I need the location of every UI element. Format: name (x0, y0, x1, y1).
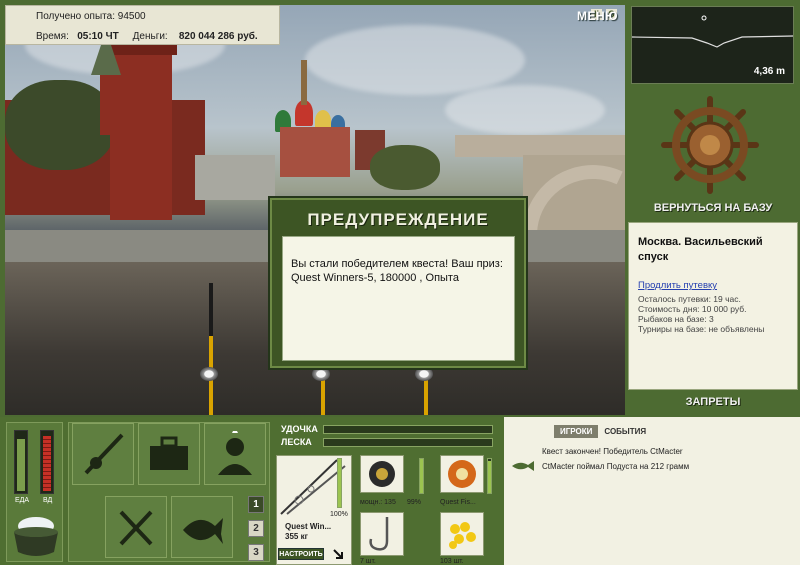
line-spool-icon (448, 460, 476, 488)
event-line: Квест закончен! Победитель CtMacter (542, 447, 683, 456)
slot-3-button[interactable]: 3 (248, 544, 264, 561)
depth-sonar: 4,36 m (631, 6, 794, 84)
fish-event-icon (512, 461, 534, 471)
rod-strength-label: УДОЧКА (281, 424, 318, 434)
dialog-title: ПРЕДУПРЕЖДЕНИЕ (307, 210, 489, 229)
setup-button[interactable]: НАСТРОИТЬ (278, 548, 324, 560)
rod-icon (84, 433, 124, 475)
reel-3 (415, 367, 433, 381)
exp-label: Получено опыта: (36, 11, 115, 22)
eat-button[interactable] (105, 496, 167, 558)
tournaments-info: Турниры на базе: не объявлены (638, 324, 765, 334)
money-label: Деньги: (132, 31, 168, 42)
reel-slot[interactable] (360, 455, 404, 493)
rod-condition-bar (337, 458, 342, 508)
line-slot[interactable] (440, 455, 484, 493)
line-name: Quest Fis... (440, 499, 476, 506)
drink-label: ВД (43, 497, 53, 504)
hook-icon (369, 517, 389, 551)
fishers-count: Рыбаков на базе: 3 (638, 314, 714, 324)
rod-name: Quest Win... (285, 522, 332, 531)
tab-events[interactable]: СОБЫТИЯ (598, 425, 652, 438)
experience-line: Получено опыта: 94500 (36, 11, 146, 22)
location-panel: Москва. Васильевский спуск Продлить путе… (628, 222, 798, 390)
exp-value: 94500 (117, 11, 146, 22)
bait-count: 103 шт. (440, 558, 464, 565)
rod-strength-bar (323, 425, 493, 434)
reel-icon (369, 461, 395, 487)
corn-bait-icon (449, 522, 476, 549)
events-tabs: ИГРОКИ СОБЫТИЯ (554, 425, 652, 438)
line-condition-bar (487, 458, 492, 494)
food-meter (14, 430, 28, 494)
extend-trip-link[interactable]: Продлить путевку (638, 280, 717, 291)
tackle-button[interactable] (72, 423, 134, 485)
reel-condition: 99% (407, 499, 422, 506)
tackle-box-button[interactable] (138, 423, 200, 485)
cutlery-icon (119, 510, 153, 546)
tackle-box-icon (150, 436, 188, 470)
time-label: Время: (36, 31, 69, 42)
trip-left: Осталось путевки: 19 час. (638, 294, 741, 304)
fisherman-icon (218, 431, 252, 475)
return-to-base-button[interactable]: ВЕРНУТЬСЯ НА БАЗУ (627, 202, 799, 214)
slot-2-button[interactable]: 2 (248, 520, 264, 537)
fisherman-button[interactable] (204, 423, 266, 485)
line-strength-label: ЛЕСКА (281, 437, 312, 447)
events-panel: ИГРОКИ СОБЫТИЯ Квест закончен! Победител… (500, 417, 800, 565)
rod-condition: 100% (330, 511, 348, 518)
rod-weight: 355 кг (285, 532, 308, 541)
bait-slot[interactable] (440, 512, 484, 556)
location-title: Москва. Васильевский спуск (638, 236, 763, 263)
time-money-line: Время: 05:10 ЧТ Деньги: 820 044 286 руб. (36, 31, 258, 42)
drink-meter (40, 430, 54, 494)
day-cost: Стоимость дня: 10 000 руб. (638, 304, 747, 314)
food-label: ЕДА (15, 497, 30, 504)
fish-icon (183, 518, 223, 544)
ship-wheel-icon[interactable] (660, 95, 760, 195)
reel-2 (312, 367, 330, 381)
menu-button[interactable]: МЕНЮ (577, 9, 618, 23)
time-value: 05:10 ЧТ (77, 31, 119, 42)
hook-count: 7 шт. (360, 558, 376, 565)
hook-slot[interactable] (360, 512, 404, 556)
money-value: 820 044 286 руб. (178, 31, 258, 42)
warning-dialog: ПРЕДУПРЕЖДЕНИЕ Вы стали победителем квес… (270, 198, 526, 368)
arrow-icon (333, 549, 343, 559)
reel-condition-bar (419, 458, 424, 494)
reel-power: мощн.: 135 (360, 499, 396, 506)
reel-1 (200, 367, 218, 381)
tab-players[interactable]: ИГРОКИ (554, 425, 599, 438)
depth-value: 4,36 m (753, 66, 785, 77)
dialog-message: Вы стали победителем квеста! Ваш приз: Q… (282, 236, 515, 361)
player-info-panel: Получено опыта: 94500 Время: 05:10 ЧТ Де… (5, 5, 280, 45)
pot-icon[interactable] (10, 512, 62, 560)
line-strength-bar (323, 438, 493, 447)
event-line: CtMacter поймал Подуста на 212 грамм (542, 462, 690, 471)
fish-keepnet-button[interactable] (171, 496, 233, 558)
rod-1[interactable] (209, 283, 213, 415)
bans-button[interactable]: ЗАПРЕТЫ (627, 396, 799, 408)
slot-1-button[interactable]: 1 (248, 496, 264, 513)
